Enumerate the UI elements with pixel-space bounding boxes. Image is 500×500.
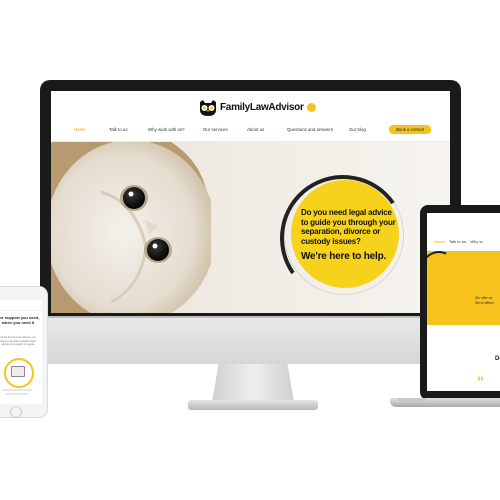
laptop-nav: Home Talk to us Why w [434, 239, 482, 244]
owl-photo [51, 142, 211, 313]
nav-talk-to-us[interactable]: Talk to us [109, 127, 128, 133]
nav-questions-and-answers[interactable]: Questions and answers [287, 127, 333, 133]
hero-tagline: We're here to help. [301, 251, 387, 262]
hero-question: Do you need legal advice to guide you th… [301, 208, 396, 246]
laptop-intro-text: We offer us We're differe [475, 296, 494, 306]
laptop-notch [397, 398, 427, 401]
logo-wordmark[interactable]: FamilyLawAdvisor [220, 102, 304, 113]
phone-document-icon [11, 366, 25, 377]
phone-placeholder-line [2, 389, 32, 391]
laptop-nav-talk[interactable]: Talk to us [449, 239, 466, 244]
main-nav: Home Talk to us Why work with us? Our se… [51, 125, 450, 141]
laptop-quote-mark: “ [477, 373, 484, 389]
laptop-nav-home[interactable]: Home [434, 239, 445, 244]
imac-chin-divider [40, 316, 461, 318]
laptop-heading-fragment: De [495, 356, 500, 362]
phone-header [0, 300, 42, 311]
nav-home[interactable]: Home [74, 127, 86, 133]
hero-section: Do you need legal advice to guide you th… [51, 142, 450, 313]
nav-about-us[interactable]: About us [247, 127, 264, 133]
owl-logo-icon[interactable] [199, 100, 217, 116]
book-consult-button[interactable]: Book a consult [389, 125, 431, 134]
imac-screen: FamilyLawAdvisor Home Talk to us Why wor… [51, 91, 450, 313]
phone-screen: The support you need, when you need it A… [0, 300, 42, 404]
laptop-intro-line-2: We're differe [475, 301, 494, 305]
laptop-screen: Home Talk to us Why w We offer us We're … [427, 213, 500, 391]
phone-title: The support you need, when you need it [0, 315, 40, 325]
imac-chin [40, 316, 461, 364]
phone-copy: At the Family Law Advisor, our lawyers p… [0, 336, 36, 347]
site-header: FamilyLawAdvisor [51, 91, 450, 123]
phone-placeholder-line [6, 393, 28, 395]
nav-our-services[interactable]: Our services [203, 127, 228, 133]
nav-our-blog[interactable]: Our blog [349, 127, 366, 133]
phone-home-button-icon[interactable] [10, 406, 22, 418]
nav-why-work-with-us[interactable]: Why work with us? [148, 127, 185, 133]
laptop-nav-why[interactable]: Why w [470, 239, 482, 244]
imac-stand [212, 364, 294, 402]
logo-badge [307, 103, 316, 112]
imac-stand-base [188, 400, 318, 410]
